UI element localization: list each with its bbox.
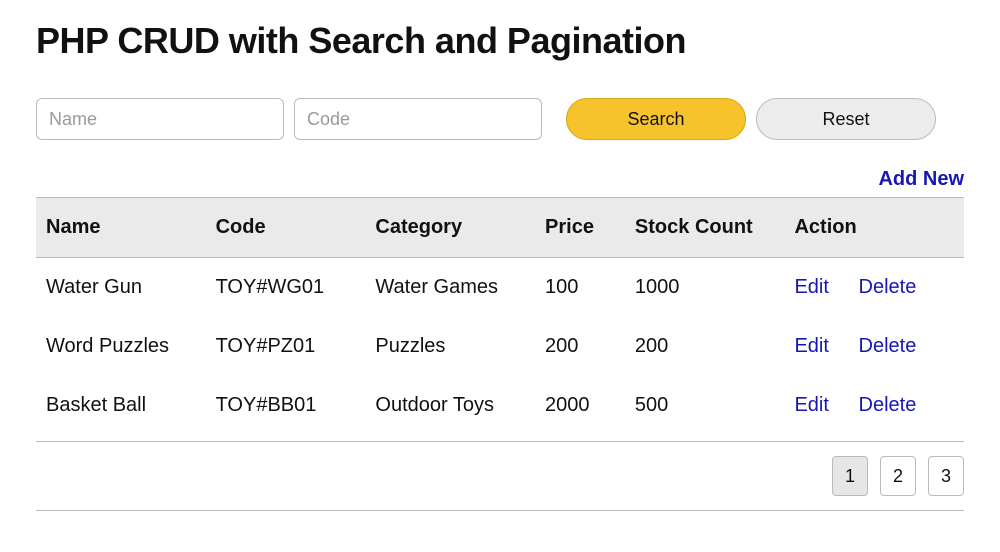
add-new-row: Add New <box>36 168 964 191</box>
edit-link[interactable]: Edit <box>794 276 828 298</box>
add-new-link[interactable]: Add New <box>878 168 964 190</box>
col-header-category: Category <box>365 198 535 258</box>
name-input[interactable] <box>36 98 284 140</box>
col-header-price: Price <box>535 198 625 258</box>
cell-action: Edit Delete <box>784 317 964 376</box>
col-header-code: Code <box>206 198 366 258</box>
table-row: Word Puzzles TOY#PZ01 Puzzles 200 200 Ed… <box>36 317 964 376</box>
col-header-stock: Stock Count <box>625 198 785 258</box>
table-header-row: Name Code Category Price Stock Count Act… <box>36 198 964 258</box>
cell-category: Puzzles <box>365 317 535 376</box>
search-button[interactable]: Search <box>566 98 746 140</box>
table-row: Basket Ball TOY#BB01 Outdoor Toys 2000 5… <box>36 376 964 435</box>
cell-stock: 200 <box>625 317 785 376</box>
cell-name: Water Gun <box>36 258 206 318</box>
delete-link[interactable]: Delete <box>859 394 917 416</box>
cell-category: Outdoor Toys <box>365 376 535 435</box>
col-header-name: Name <box>36 198 206 258</box>
cell-code: TOY#PZ01 <box>206 317 366 376</box>
col-header-action: Action <box>784 198 964 258</box>
cell-category: Water Games <box>365 258 535 318</box>
edit-link[interactable]: Edit <box>794 335 828 357</box>
cell-name: Basket Ball <box>36 376 206 435</box>
cell-stock: 1000 <box>625 258 785 318</box>
page-button-3[interactable]: 3 <box>928 456 964 496</box>
page-button-2[interactable]: 2 <box>880 456 916 496</box>
page-title: PHP CRUD with Search and Pagination <box>36 20 964 62</box>
reset-button[interactable]: Reset <box>756 98 936 140</box>
cell-price: 200 <box>535 317 625 376</box>
cell-stock: 500 <box>625 376 785 435</box>
delete-link[interactable]: Delete <box>859 276 917 298</box>
search-form: Search Reset <box>36 98 964 140</box>
cell-price: 2000 <box>535 376 625 435</box>
cell-code: TOY#WG01 <box>206 258 366 318</box>
table-row: Water Gun TOY#WG01 Water Games 100 1000 … <box>36 258 964 318</box>
delete-link[interactable]: Delete <box>859 335 917 357</box>
cell-action: Edit Delete <box>784 376 964 435</box>
code-input[interactable] <box>294 98 542 140</box>
pagination: 1 2 3 <box>36 441 964 511</box>
data-table: Name Code Category Price Stock Count Act… <box>36 197 964 435</box>
cell-action: Edit Delete <box>784 258 964 318</box>
cell-code: TOY#BB01 <box>206 376 366 435</box>
page-button-1[interactable]: 1 <box>832 456 868 496</box>
cell-price: 100 <box>535 258 625 318</box>
cell-name: Word Puzzles <box>36 317 206 376</box>
edit-link[interactable]: Edit <box>794 394 828 416</box>
